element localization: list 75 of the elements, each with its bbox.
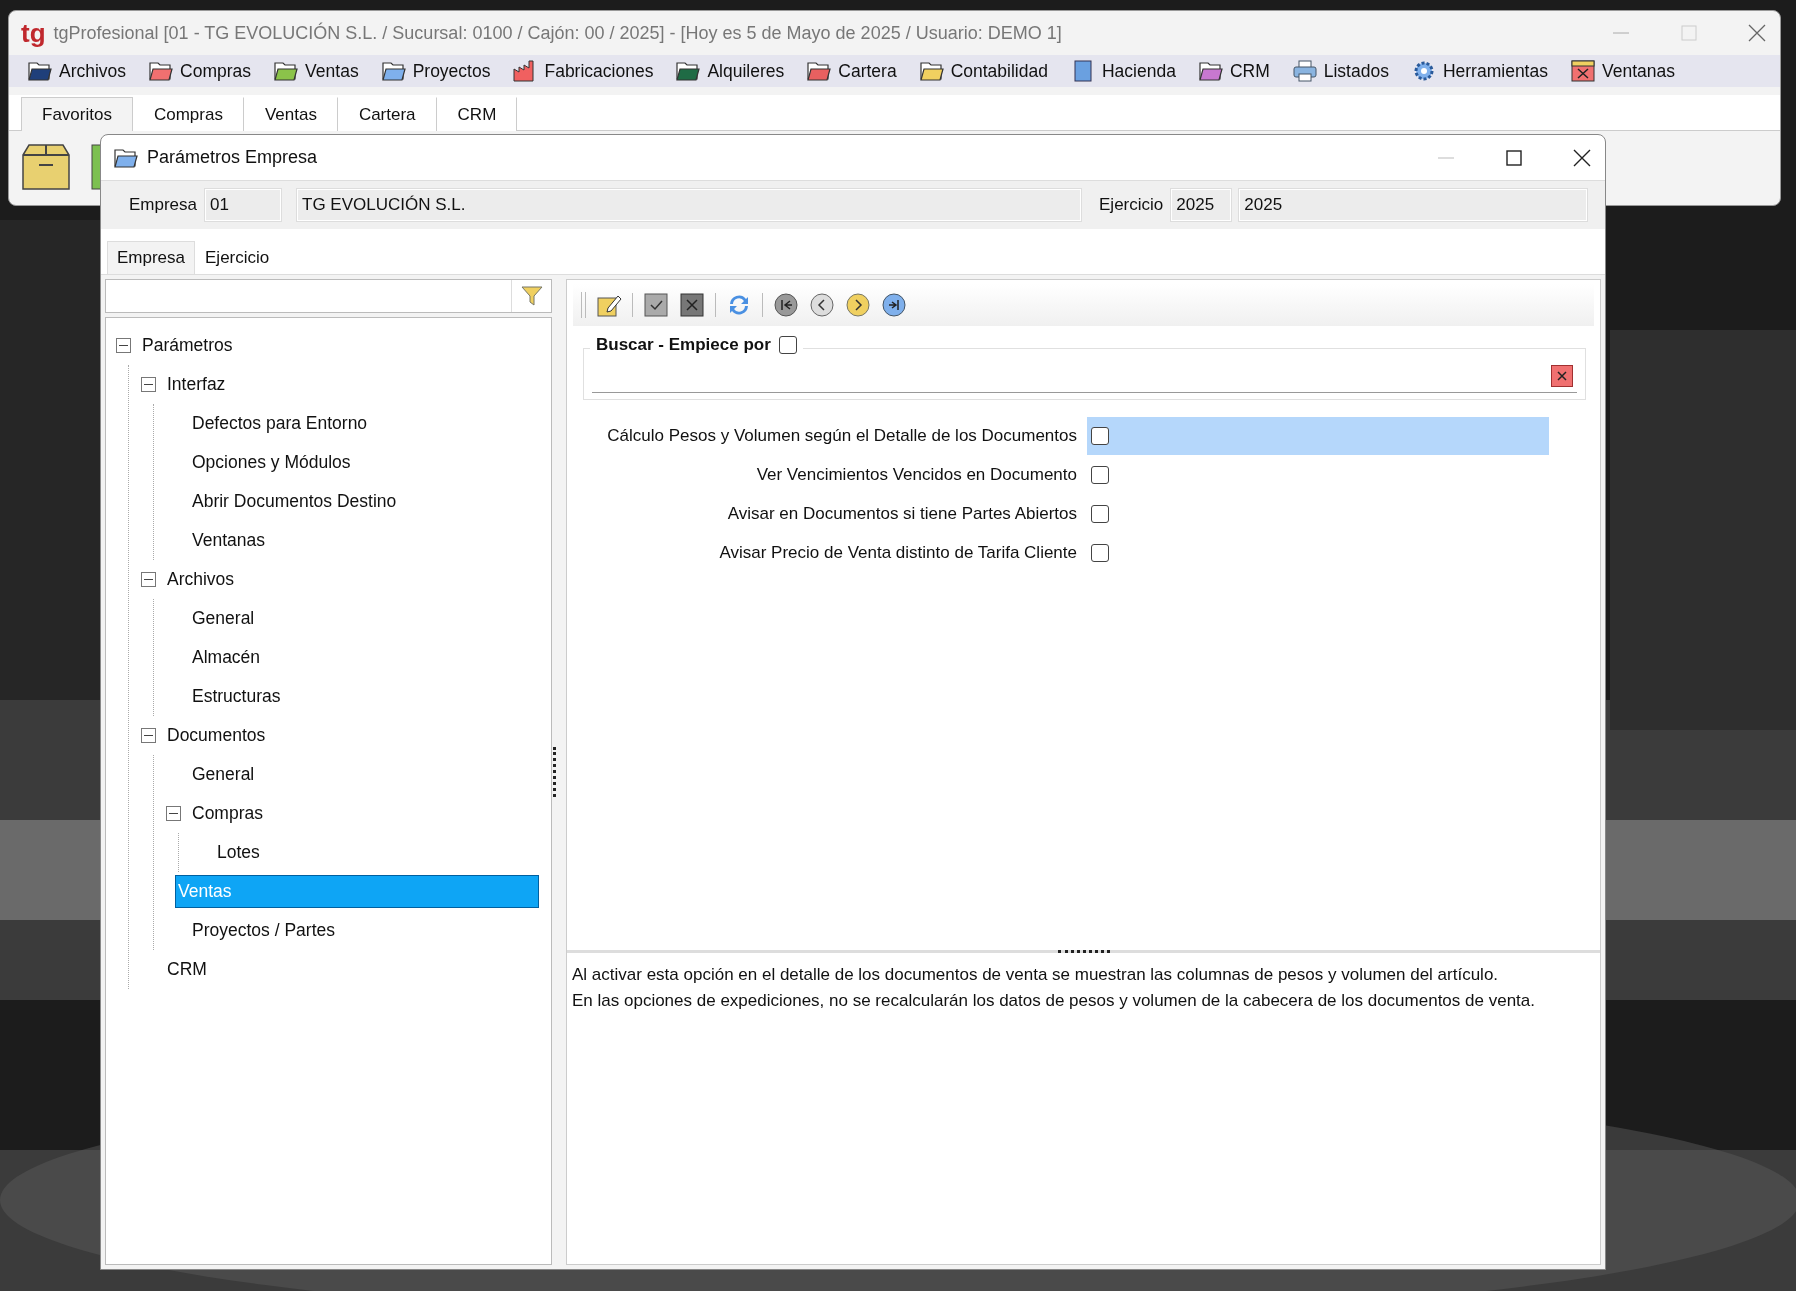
menu-item[interactable]: Ventas xyxy=(263,59,369,83)
menu-item[interactable]: Archivos xyxy=(17,59,137,83)
ribbon-tab[interactable]: Cartera xyxy=(337,97,437,131)
previous-button[interactable] xyxy=(809,292,835,318)
ribbon-tab[interactable]: Favoritos xyxy=(21,97,133,131)
ribbon-tab[interactable]: Ventas xyxy=(243,97,338,131)
option-label: Cálculo Pesos y Volumen según el Detalle de los Documentos xyxy=(606,425,1078,446)
menu-item[interactable]: Cartera xyxy=(796,59,907,83)
option-label: Ver Vencimientos Vencidos en Documento xyxy=(755,464,1078,485)
tree-item[interactable]: Compras xyxy=(189,797,266,830)
checkbox[interactable] xyxy=(1091,465,1109,484)
next-button[interactable] xyxy=(845,292,871,318)
menu-item[interactable]: Fabricaciones xyxy=(502,59,664,83)
collapse-toggle-icon[interactable] xyxy=(116,338,131,353)
tree-item[interactable]: Defectos para Entorno xyxy=(189,407,371,440)
input-field[interactable]: TG EVOLUCIÓN S.L. xyxy=(297,189,1082,221)
tree-item[interactable]: Parámetros xyxy=(139,329,236,362)
field-label: Empresa xyxy=(129,195,198,215)
tree-item[interactable]: Lotes xyxy=(214,836,263,869)
filter-icon xyxy=(519,284,544,308)
dialog-title: Parámetros Empresa xyxy=(147,147,319,168)
collapse-toggle-icon[interactable] xyxy=(141,572,156,587)
tree-item[interactable]: Interfaz xyxy=(164,368,229,401)
ribbon-tab[interactable]: CRM xyxy=(436,97,518,131)
checkbox[interactable] xyxy=(1091,504,1109,523)
menu-item[interactable]: CRM xyxy=(1187,59,1280,83)
menu-item[interactable]: Herramientas xyxy=(1400,59,1558,83)
first-record-button[interactable] xyxy=(773,292,799,318)
menu-item[interactable]: Hacienda xyxy=(1059,59,1186,83)
tab[interactable]: Empresa xyxy=(107,241,196,274)
tree-item[interactable]: General xyxy=(189,602,258,635)
box-icon[interactable] xyxy=(21,143,71,191)
window-icon xyxy=(1569,59,1596,83)
tree-item[interactable]: Archivos xyxy=(164,563,238,596)
collapse-toggle-icon[interactable] xyxy=(141,728,156,743)
tree-item[interactable]: Estructuras xyxy=(189,680,284,713)
checkbox[interactable] xyxy=(1091,543,1109,562)
ribbon-tab[interactable]: Compras xyxy=(132,97,244,131)
checkbox[interactable] xyxy=(778,336,797,354)
tree-item[interactable]: Abrir Documentos Destino xyxy=(189,485,400,518)
collapse-toggle-icon[interactable] xyxy=(141,377,156,392)
field-label: Ejercicio xyxy=(1099,195,1164,215)
input-field[interactable]: 01 xyxy=(205,189,282,221)
printer-icon xyxy=(1291,59,1318,83)
menu-item[interactable]: Ventanas xyxy=(1559,59,1685,83)
menu-item[interactable]: Alquileres xyxy=(665,59,795,83)
tree-item[interactable]: General xyxy=(189,758,258,791)
input-field[interactable]: 2025 xyxy=(1239,189,1588,221)
description-text: En las opciones de expediciones, no se recalcularán los datos de pesos y volumen de la cabecera de los documentos de venta. xyxy=(572,990,1536,1012)
app-logo: tg xyxy=(21,17,46,49)
clear-button[interactable] xyxy=(1551,364,1573,387)
tree-item[interactable]: Documentos xyxy=(164,719,269,752)
input-field[interactable]: 2025 xyxy=(1171,189,1232,221)
option-label: Avisar en Documentos si tiene Partes Abiertos xyxy=(726,503,1078,524)
option-label: Avisar Precio de Venta distinto de Tarifa Cliente xyxy=(718,542,1078,563)
close-icon xyxy=(1556,369,1568,382)
filter-field[interactable] xyxy=(105,279,552,313)
tree-item[interactable]: Proyectos / Partes xyxy=(189,914,338,947)
description-text: Al activar esta opción en el detalle de los documentos de venta se muestran las columnas de pesos y volumen del artículo. xyxy=(572,964,1500,986)
menu-item[interactable]: Compras xyxy=(138,59,262,83)
cancel-button[interactable] xyxy=(679,292,705,318)
tree-item[interactable]: Almacén xyxy=(189,641,264,674)
tree-item[interactable]: CRM xyxy=(164,953,210,986)
option-cell[interactable] xyxy=(1087,416,1549,455)
menu-item[interactable]: Proyectos xyxy=(370,59,501,83)
window-title: tgProfesional [01 - TG EVOLUCIÓN S.L. / Sucursal: 0100 / Cajón: 00 / 2025] - [Hoy es 5 de Mayo de 2025 / Usuario: DEMO 1] xyxy=(53,22,1063,44)
group-label: Buscar - Empiece por xyxy=(596,335,771,355)
menu-item[interactable]: Listados xyxy=(1281,59,1399,83)
tree-item[interactable]: Opciones y Módulos xyxy=(189,446,354,479)
accept-button[interactable] xyxy=(643,292,669,318)
collapse-toggle-icon[interactable] xyxy=(166,806,181,821)
last-record-button[interactable] xyxy=(881,292,907,318)
tree-item[interactable]: Ventanas xyxy=(189,524,268,557)
checkbox[interactable] xyxy=(1091,426,1109,445)
menu-item[interactable]: Contabilidad xyxy=(908,59,1058,83)
